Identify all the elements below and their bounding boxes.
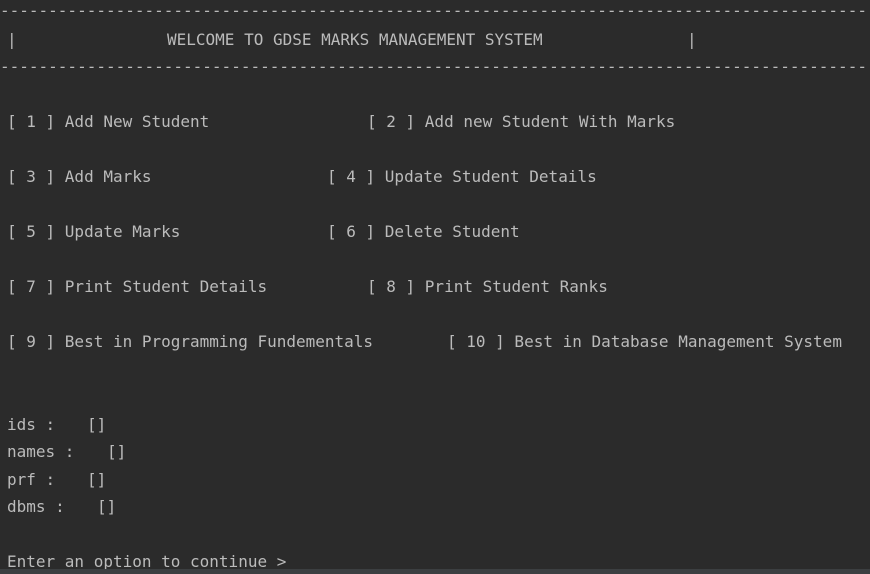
console-output[interactable]: ----------------------------------------… — [0, 0, 870, 574]
array-label-names: names : — [7, 442, 75, 461]
array-value-ids: [] — [87, 415, 107, 434]
header-bottom-rule: ----------------------------------------… — [0, 57, 867, 76]
array-label-dbms: dbms : — [7, 497, 65, 516]
array-value-prf: [] — [87, 470, 107, 489]
menu-option-10: [ 10 ] Best in Database Management Syste… — [447, 332, 842, 351]
array-label-ids: ids : — [7, 415, 56, 434]
array-label-prf: prf : — [7, 470, 56, 489]
header-left-border: | — [7, 30, 17, 49]
menu-option-7: [ 7 ] Print Student Details — [7, 277, 268, 296]
header-title: WELCOME TO GDSE MARKS MANAGEMENT SYSTEM — [167, 30, 543, 49]
menu-option-3: [ 3 ] Add Marks — [7, 167, 152, 186]
menu-option-2: [ 2 ] Add new Student With Marks — [367, 112, 676, 131]
menu-option-5: [ 5 ] Update Marks — [7, 222, 181, 241]
menu-option-8: [ 8 ] Print Student Ranks — [367, 277, 608, 296]
horizontal-scrollbar[interactable] — [0, 569, 870, 574]
menu-option-4: [ 4 ] Update Student Details — [327, 167, 597, 186]
header-top-rule: ----------------------------------------… — [0, 1, 867, 20]
header-right-border: | — [687, 30, 697, 49]
menu-option-6: [ 6 ] Delete Student — [327, 222, 520, 241]
menu-option-9: [ 9 ] Best in Programming Fundementals — [7, 332, 374, 351]
array-value-names: [] — [107, 442, 127, 461]
menu-option-1: [ 1 ] Add New Student — [7, 112, 210, 131]
array-value-dbms: [] — [97, 497, 117, 516]
